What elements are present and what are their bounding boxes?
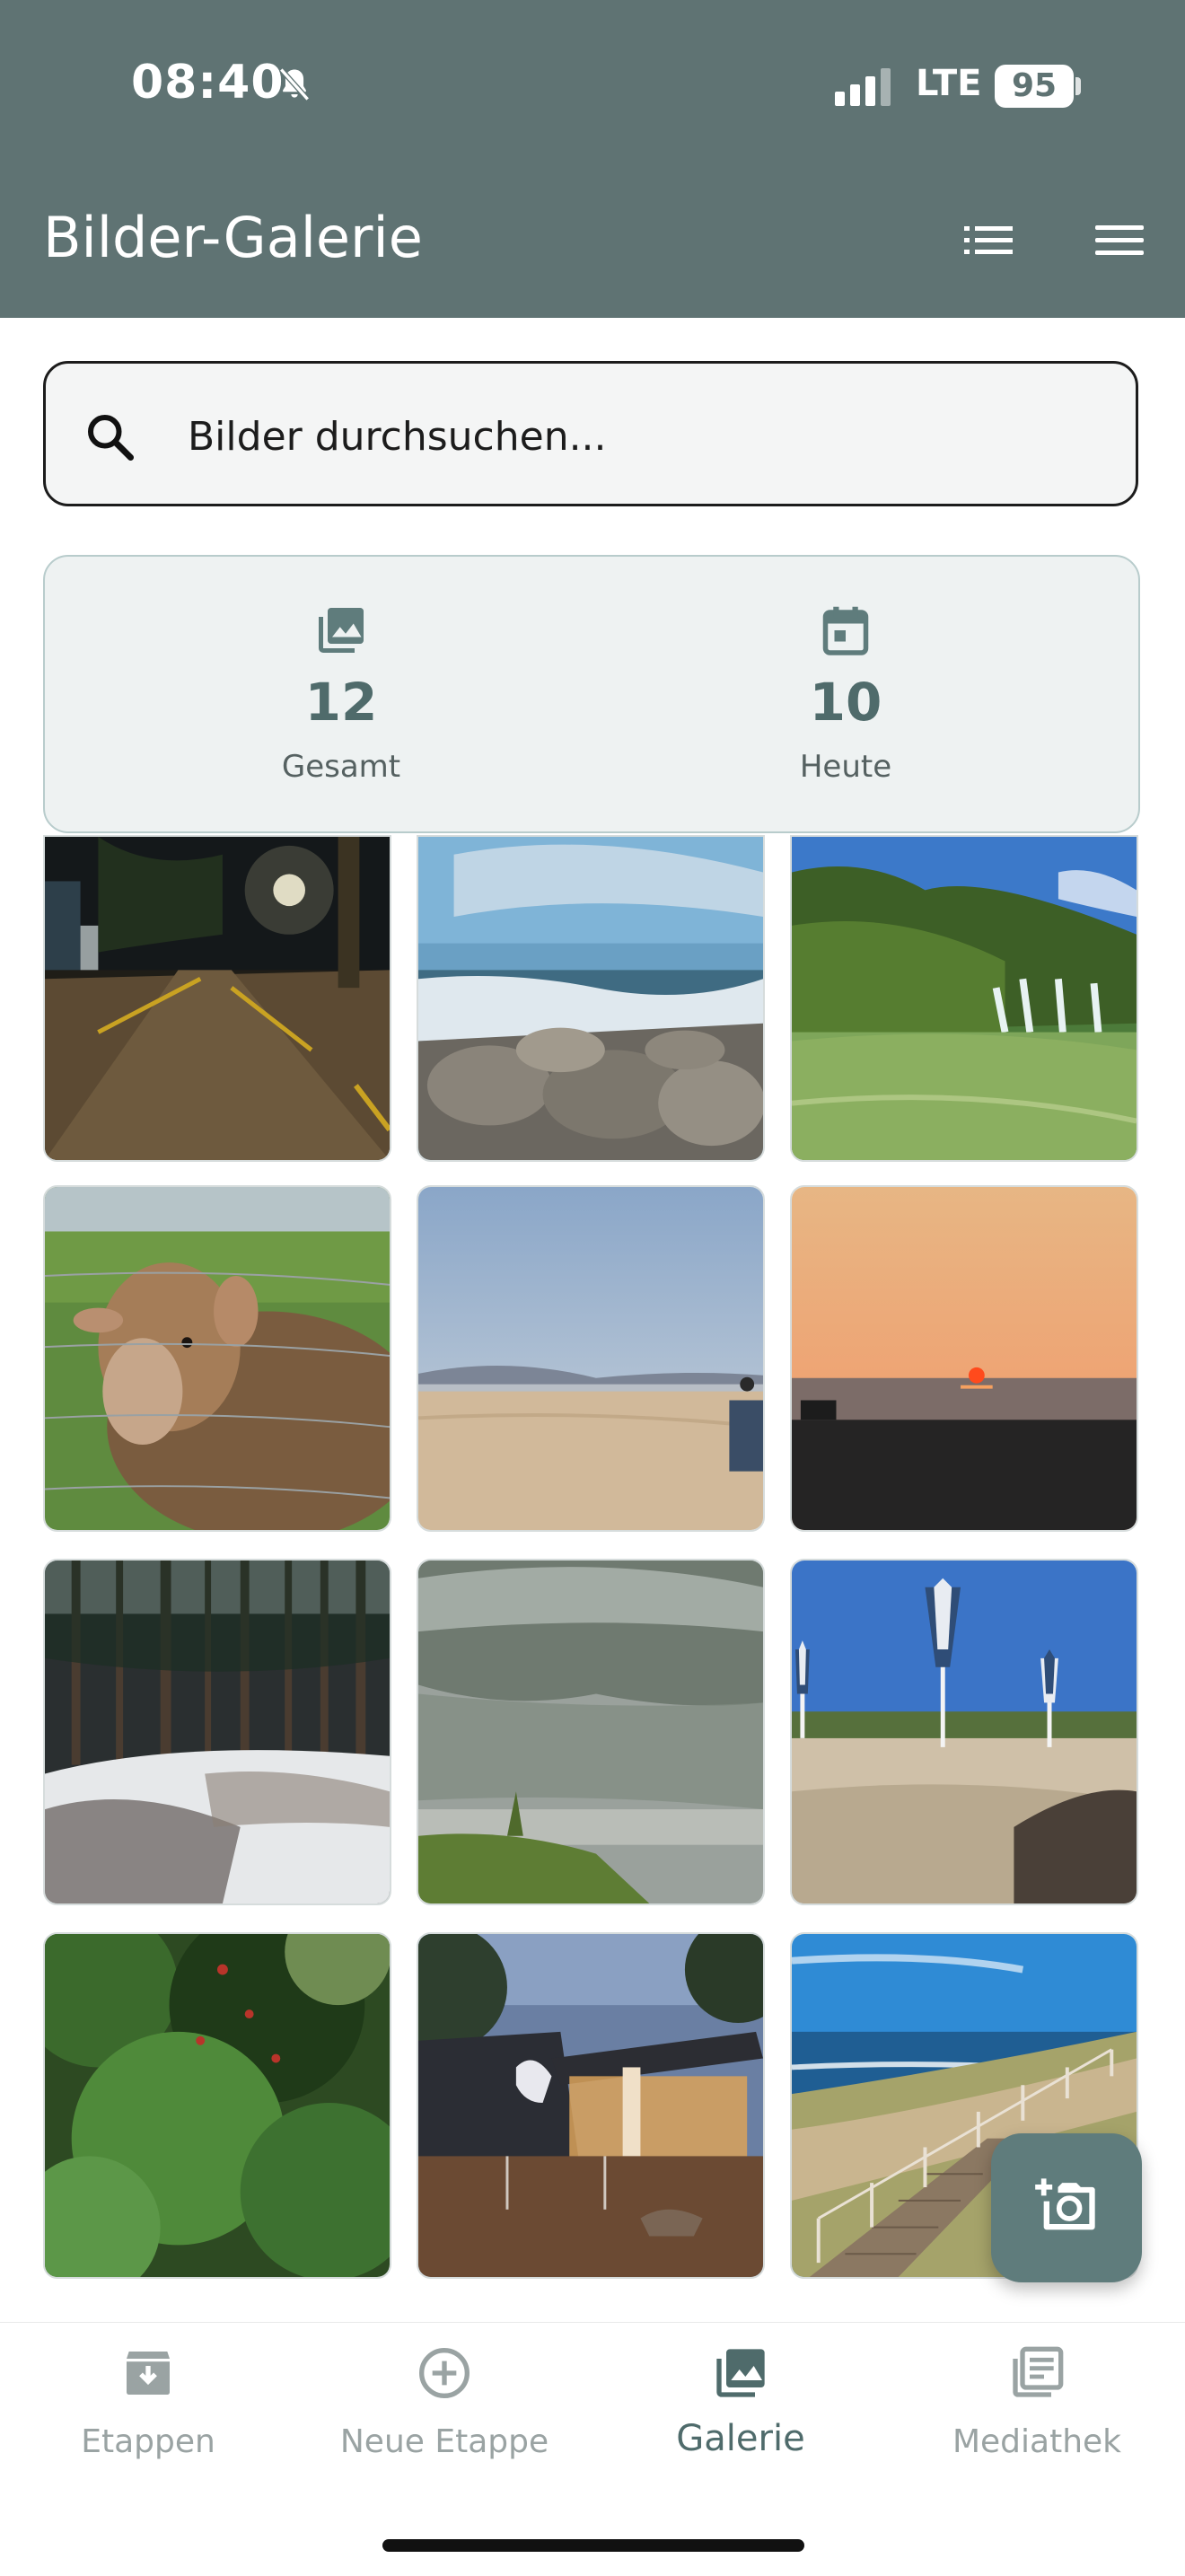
stat-today: 10 Heute [594,557,1097,835]
search-bar[interactable] [43,361,1138,506]
night-road-photo[interactable] [43,835,391,1162]
calendar-icon [822,606,869,655]
nav-item-neue-etappe[interactable]: Neue Etappe [296,2323,592,2502]
nav-label-galerie: Galerie [676,2418,805,2459]
snowy-forest-photo[interactable] [43,1559,391,1905]
stat-total-label: Gesamt [281,749,401,785]
network-type: LTE [916,63,982,104]
green-bushes-photo[interactable] [43,1932,391,2279]
stats-card: 12 Gesamt 10 Heute [43,555,1140,833]
search-input[interactable] [186,391,1105,482]
sheep-fence-photo[interactable] [43,1185,391,1532]
photo-library-icon [716,2349,765,2397]
nav-label-etappen: Etappen [81,2423,215,2460]
add-photo-button[interactable] [991,2133,1142,2282]
nav-item-mediathek[interactable]: Mediathek [889,2323,1185,2502]
nav-label-mediathek: Mediathek [952,2423,1122,2460]
home-indicator [382,2539,804,2552]
rocky-shore-waves-photo[interactable] [417,835,765,1162]
battery-level: 95 [995,65,1074,108]
page-title: Bilder-Galerie [43,205,423,270]
add-circle-icon [419,2348,470,2398]
waterfall-lake-photo[interactable] [790,835,1138,1162]
image-grid [43,835,1140,2281]
bottom-navigation: Etappen Neue Etappe Galerie Mediathek [0,2322,1185,2576]
stat-today-label: Heute [799,749,892,785]
nav-item-galerie[interactable]: Galerie [592,2323,889,2502]
add-photo-icon [1035,2178,1095,2230]
nav-label-neue-etappe: Neue Etappe [339,2423,549,2460]
sunset-sea-photo[interactable] [790,1185,1138,1532]
archive-icon [127,2352,170,2395]
list-view-icon[interactable] [961,215,1016,266]
battery-cap [1075,77,1081,95]
library-books-icon [1013,2346,1064,2397]
signal-icon [835,68,891,106]
menu-icon[interactable] [1092,215,1147,266]
nav-item-etappen[interactable]: Etappen [0,2323,296,2502]
campsite-evening-photo[interactable] [417,1932,765,2279]
sandy-beach-dusk-photo[interactable] [417,1185,765,1532]
bell-muted-icon [279,67,310,101]
misty-lake-photo[interactable] [417,1559,765,1905]
stat-total-value: 12 [304,672,378,733]
app-header: 08:40 LTE 95 Bilder-Galerie [0,0,1185,318]
stat-total: 12 Gesamt [90,557,592,835]
photo-library-icon [319,608,364,653]
beach-umbrellas-photo[interactable] [790,1559,1138,1905]
stat-today-value: 10 [809,672,882,733]
search-icon [87,414,134,461]
status-time: 08:40 [131,56,285,110]
